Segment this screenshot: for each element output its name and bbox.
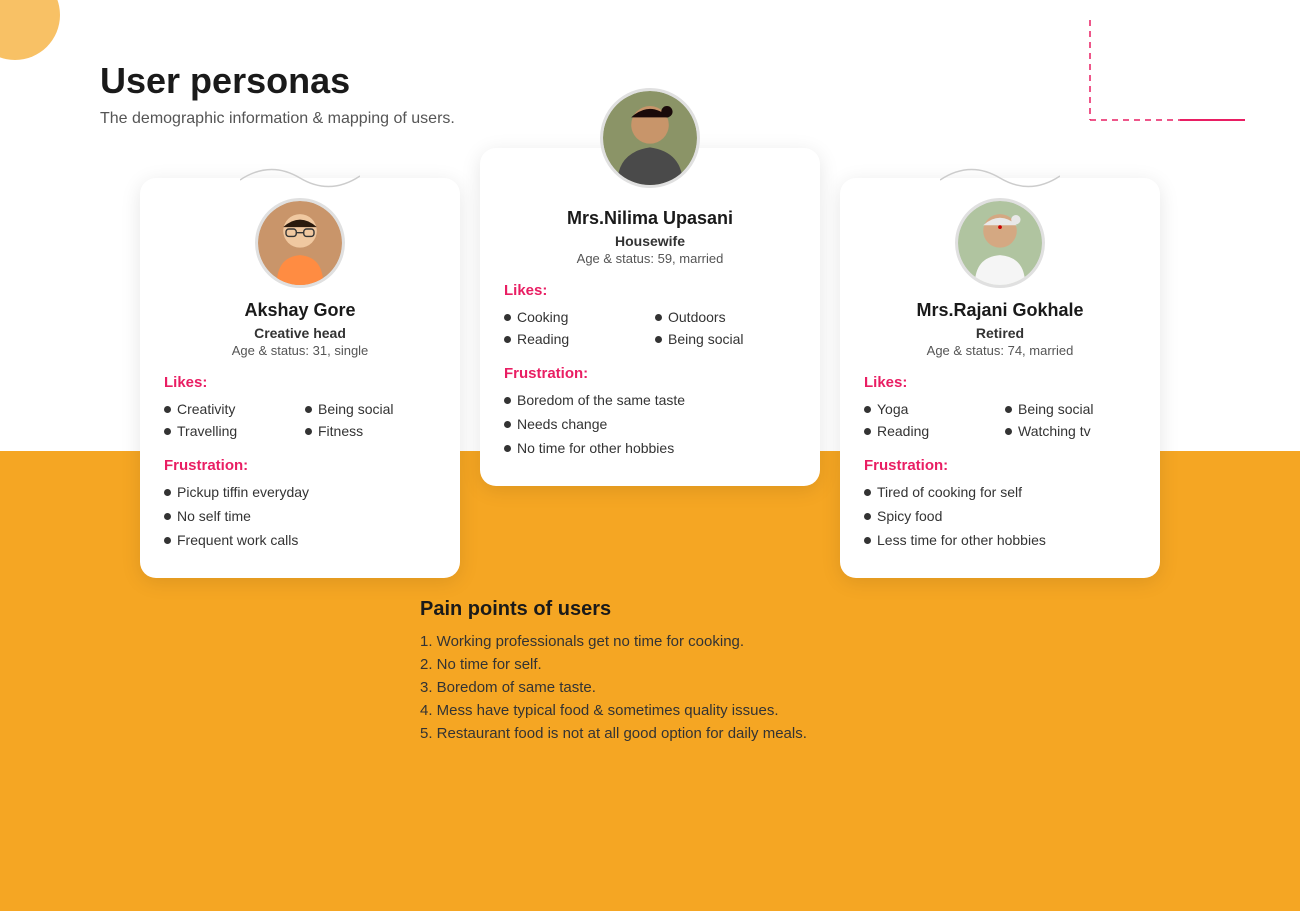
cards-section: Akshay Gore Creative head Age & status: … [0, 158, 1300, 578]
role-akshay: Creative head [164, 325, 436, 341]
like-item: Outdoors [655, 307, 796, 327]
avatar-rajani [955, 198, 1045, 288]
name-rajani: Mrs.Rajani Gokhale [864, 300, 1136, 321]
like-item: Fitness [305, 421, 436, 441]
likes-label-nilima: Likes: [504, 282, 796, 299]
like-item: Watching tv [1005, 421, 1136, 441]
pain-point-item: 1. Working professionals get no time for… [420, 633, 1240, 650]
pain-points-title: Pain points of users [420, 598, 1240, 621]
likes-label-rajani: Likes: [864, 374, 1136, 391]
card-wave-rajani [940, 160, 1060, 196]
frustration-item: Spicy food [864, 506, 1136, 526]
likes-grid-akshay: Creativity Being social Travelling Fitne… [164, 399, 436, 441]
like-item: Reading [504, 329, 645, 349]
like-item: Creativity [164, 399, 295, 419]
frustration-item: No self time [164, 506, 436, 526]
avatar-wrapper-nilima [480, 88, 820, 188]
age-akshay: Age & status: 31, single [164, 343, 436, 358]
pain-point-item: 4. Mess have typical food & sometimes qu… [420, 702, 1240, 719]
role-nilima: Housewife [504, 233, 796, 249]
pain-point-item: 3. Boredom of same taste. [420, 679, 1240, 696]
frustration-list-akshay: Pickup tiffin everyday No self time Freq… [164, 482, 436, 550]
frustration-list-nilima: Boredom of the same taste Needs change N… [504, 390, 796, 458]
avatar-akshay [255, 198, 345, 288]
like-item: Being social [655, 329, 796, 349]
frustration-item: Frequent work calls [164, 530, 436, 550]
pain-point-item: 2. No time for self. [420, 656, 1240, 673]
frustration-label-nilima: Frustration: [504, 365, 796, 382]
name-nilima: Mrs.Nilima Upasani [504, 208, 796, 229]
like-item: Cooking [504, 307, 645, 327]
persona-card-rajani: Mrs.Rajani Gokhale Retired Age & status:… [840, 178, 1160, 578]
frustration-item: Boredom of the same taste [504, 390, 796, 410]
like-item: Travelling [164, 421, 295, 441]
name-akshay: Akshay Gore [164, 300, 436, 321]
pain-points-section: Pain points of users 1. Working professi… [0, 578, 1300, 768]
role-rajani: Retired [864, 325, 1136, 341]
age-rajani: Age & status: 74, married [864, 343, 1136, 358]
like-item: Being social [1005, 399, 1136, 419]
likes-label-akshay: Likes: [164, 374, 436, 391]
frustration-list-rajani: Tired of cooking for self Spicy food Les… [864, 482, 1136, 550]
persona-card-nilima: Mrs.Nilima Upasani Housewife Age & statu… [480, 148, 820, 486]
card-wave-akshay [240, 160, 360, 196]
like-item: Yoga [864, 399, 995, 419]
avatar-wrapper-akshay [164, 198, 436, 288]
frustration-label-rajani: Frustration: [864, 457, 1136, 474]
like-item: Being social [305, 399, 436, 419]
frustration-item: Less time for other hobbies [864, 530, 1136, 550]
frustration-item: Pickup tiffin everyday [164, 482, 436, 502]
frustration-item: Needs change [504, 414, 796, 434]
like-item: Reading [864, 421, 995, 441]
persona-card-akshay: Akshay Gore Creative head Age & status: … [140, 178, 460, 578]
avatar-wrapper-rajani [864, 198, 1136, 288]
likes-grid-rajani: Yoga Being social Reading Watching tv [864, 399, 1136, 441]
likes-grid-nilima: Cooking Outdoors Reading Being social [504, 307, 796, 349]
pain-points-list: 1. Working professionals get no time for… [420, 633, 1240, 742]
age-nilima: Age & status: 59, married [504, 251, 796, 266]
frustration-item: No time for other hobbies [504, 438, 796, 458]
avatar-nilima [600, 88, 700, 188]
frustration-label-akshay: Frustration: [164, 457, 436, 474]
pain-point-item: 5. Restaurant food is not at all good op… [420, 725, 1240, 742]
frustration-item: Tired of cooking for self [864, 482, 1136, 502]
